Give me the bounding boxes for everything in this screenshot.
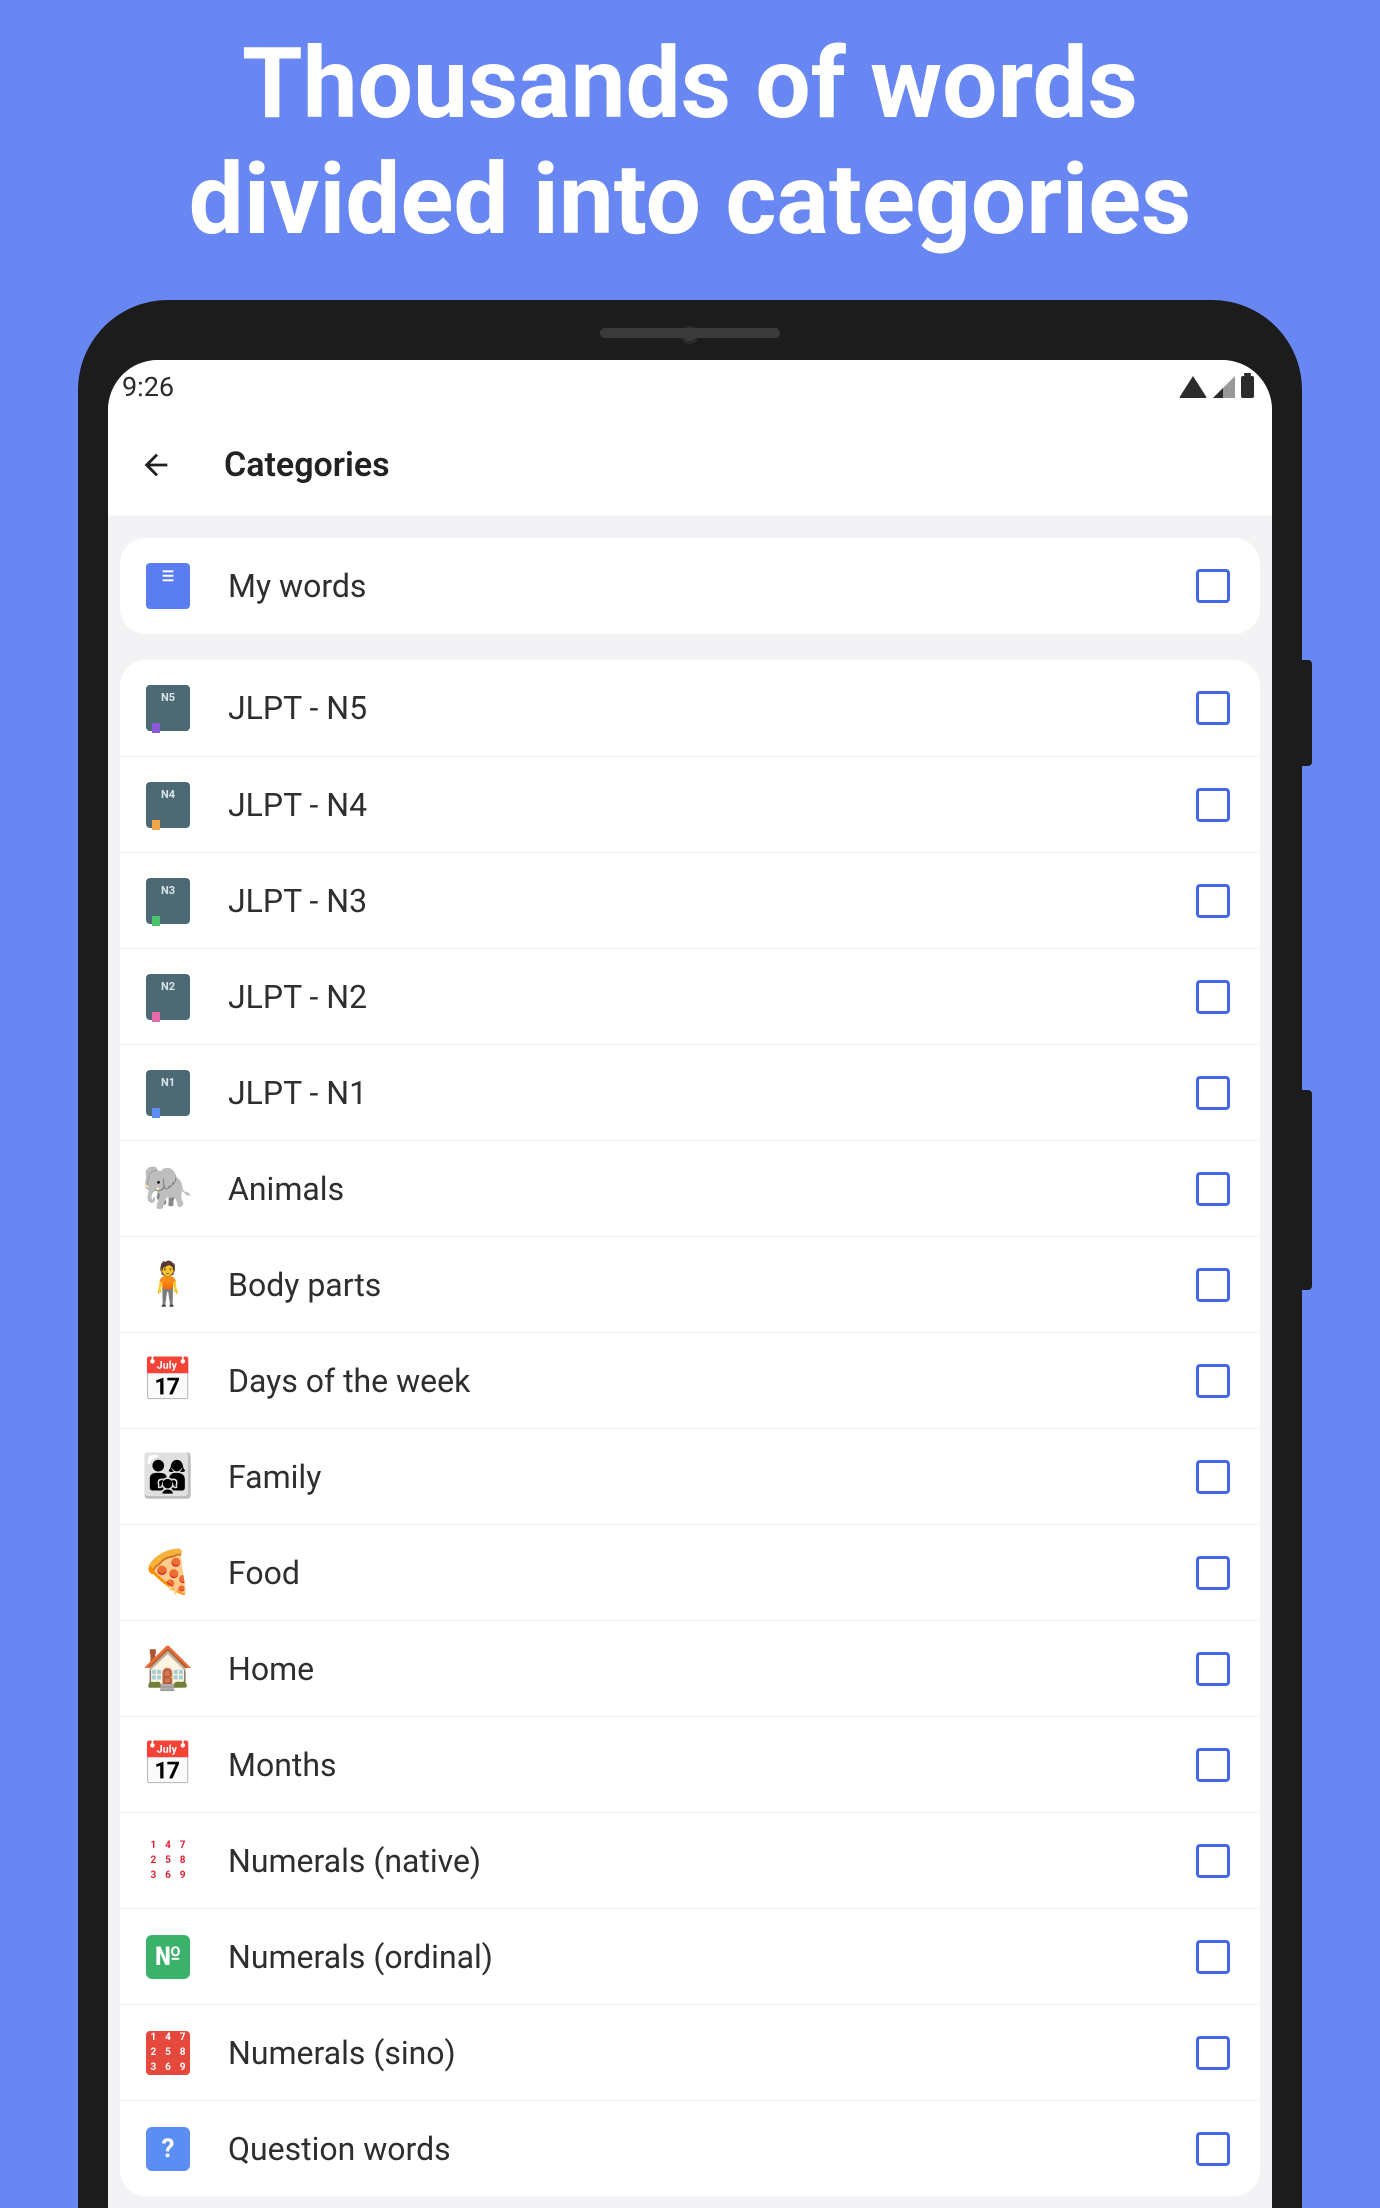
category-row[interactable]: 📅 Months: [120, 1716, 1260, 1812]
category-icon: 147258369: [144, 2029, 192, 2077]
category-row[interactable]: N1 JLPT - N1: [120, 1044, 1260, 1140]
category-label: Numerals (sino): [228, 2034, 1196, 2072]
category-row[interactable]: 🐘 Animals: [120, 1140, 1260, 1236]
status-bar: 9:26: [108, 360, 1272, 414]
book-icon: N1: [146, 1070, 190, 1116]
category-row[interactable]: 🏠 Home: [120, 1620, 1260, 1716]
category-icon: №: [144, 1933, 192, 1981]
category-label: Numerals (native): [228, 1842, 1196, 1880]
category-label: JLPT - N4: [228, 786, 1196, 824]
signal-icon: [1213, 376, 1235, 398]
my-words-card: ☰ My words: [120, 538, 1260, 634]
status-time: 9:26: [122, 371, 174, 403]
category-row[interactable]: 147258369 Numerals (native): [120, 1812, 1260, 1908]
category-row[interactable]: 👨‍👩‍👧 Family: [120, 1428, 1260, 1524]
category-checkbox[interactable]: [1196, 1076, 1230, 1110]
category-label: Body parts: [228, 1266, 1196, 1304]
category-checkbox[interactable]: [1196, 980, 1230, 1014]
phone-side-button: [1302, 660, 1312, 766]
category-checkbox[interactable]: [1196, 691, 1230, 725]
numbox-icon: №: [146, 1935, 190, 1979]
battery-icon: [1241, 376, 1254, 398]
category-icon: N5: [144, 684, 192, 732]
category-checkbox[interactable]: [1196, 1748, 1230, 1782]
category-row[interactable]: N5 JLPT - N5: [120, 660, 1260, 756]
category-label: JLPT - N2: [228, 978, 1196, 1016]
category-row[interactable]: № Numerals (ordinal): [120, 1908, 1260, 2004]
category-row[interactable]: 🍕 Food: [120, 1524, 1260, 1620]
category-checkbox[interactable]: [1196, 1460, 1230, 1494]
category-checkbox[interactable]: [1196, 2132, 1230, 2166]
category-checkbox[interactable]: [1196, 884, 1230, 918]
numbox-icon: ?: [146, 2127, 190, 2171]
phone-speaker: [600, 328, 780, 338]
category-row[interactable]: 147258369 Numerals (sino): [120, 2004, 1260, 2100]
wifi-icon: [1179, 376, 1207, 398]
category-row[interactable]: 🧍 Body parts: [120, 1236, 1260, 1332]
category-label: Food: [228, 1554, 1196, 1592]
book-icon: N4: [146, 782, 190, 828]
category-icon: 👨‍👩‍👧: [144, 1453, 192, 1501]
category-checkbox[interactable]: [1196, 788, 1230, 822]
category-checkbox[interactable]: [1196, 569, 1230, 603]
app-bar: Categories: [108, 414, 1272, 516]
category-row[interactable]: N3 JLPT - N3: [120, 852, 1260, 948]
category-checkbox[interactable]: [1196, 2036, 1230, 2070]
category-icon: 🏠: [144, 1645, 192, 1693]
category-icon: 🐘: [144, 1165, 192, 1213]
category-label: Home: [228, 1650, 1196, 1688]
category-icon: 📅: [144, 1741, 192, 1789]
category-label: Days of the week: [228, 1362, 1196, 1400]
book-icon: ☰: [146, 563, 190, 609]
category-row[interactable]: ? Question words: [120, 2100, 1260, 2196]
numgrid-icon: 147258369: [146, 1839, 190, 1883]
hero-title: Thousands of words divided into categori…: [0, 0, 1380, 257]
category-icon: 147258369: [144, 1837, 192, 1885]
back-button[interactable]: [136, 445, 176, 485]
category-label: JLPT - N1: [228, 1074, 1196, 1112]
category-row-my-words[interactable]: ☰ My words: [120, 538, 1260, 634]
hero-line-2: divided into categories: [0, 142, 1380, 258]
category-icon: ?: [144, 2125, 192, 2173]
category-checkbox[interactable]: [1196, 1556, 1230, 1590]
my-words-icon: ☰: [144, 562, 192, 610]
category-icon: 🍕: [144, 1549, 192, 1597]
category-label: Question words: [228, 2130, 1196, 2168]
numgrid-icon: 147258369: [146, 2031, 190, 2075]
category-row[interactable]: 📅 Days of the week: [120, 1332, 1260, 1428]
category-checkbox[interactable]: [1196, 1652, 1230, 1686]
phone-screen: 9:26 Categories ☰: [108, 360, 1272, 2208]
category-row[interactable]: N2 JLPT - N2: [120, 948, 1260, 1044]
category-icon: N3: [144, 877, 192, 925]
category-checkbox[interactable]: [1196, 1940, 1230, 1974]
arrow-left-icon: [139, 448, 173, 482]
category-label: Family: [228, 1458, 1196, 1496]
book-icon: N3: [146, 878, 190, 924]
phone-side-button: [1302, 1090, 1312, 1290]
category-checkbox[interactable]: [1196, 1172, 1230, 1206]
category-label: JLPT - N5: [228, 689, 1196, 727]
book-icon: N2: [146, 974, 190, 1020]
category-label: My words: [228, 567, 1196, 605]
category-checkbox[interactable]: [1196, 1844, 1230, 1878]
category-icon: 🧍: [144, 1261, 192, 1309]
category-icon: N2: [144, 973, 192, 1021]
categories-card: N5 JLPT - N5 N4 JLPT - N4 N3 JLPT - N3 N2 JLPT …: [120, 660, 1260, 2196]
phone-frame: 9:26 Categories ☰: [78, 300, 1302, 2208]
category-label: Months: [228, 1746, 1196, 1784]
category-label: JLPT - N3: [228, 882, 1196, 920]
category-checkbox[interactable]: [1196, 1268, 1230, 1302]
category-label: Animals: [228, 1170, 1196, 1208]
hero-line-1: Thousands of words: [0, 26, 1380, 142]
category-label: Numerals (ordinal): [228, 1938, 1196, 1976]
page-title: Categories: [224, 445, 390, 485]
category-icon: N4: [144, 781, 192, 829]
category-icon: N1: [144, 1069, 192, 1117]
content: ☰ My words N5 JLPT - N5 N4 JLPT - N4 N3 JLPT …: [108, 516, 1272, 2196]
status-icons: [1179, 376, 1254, 398]
category-checkbox[interactable]: [1196, 1364, 1230, 1398]
category-icon: 📅: [144, 1357, 192, 1405]
book-icon: N5: [146, 685, 190, 731]
category-row[interactable]: N4 JLPT - N4: [120, 756, 1260, 852]
